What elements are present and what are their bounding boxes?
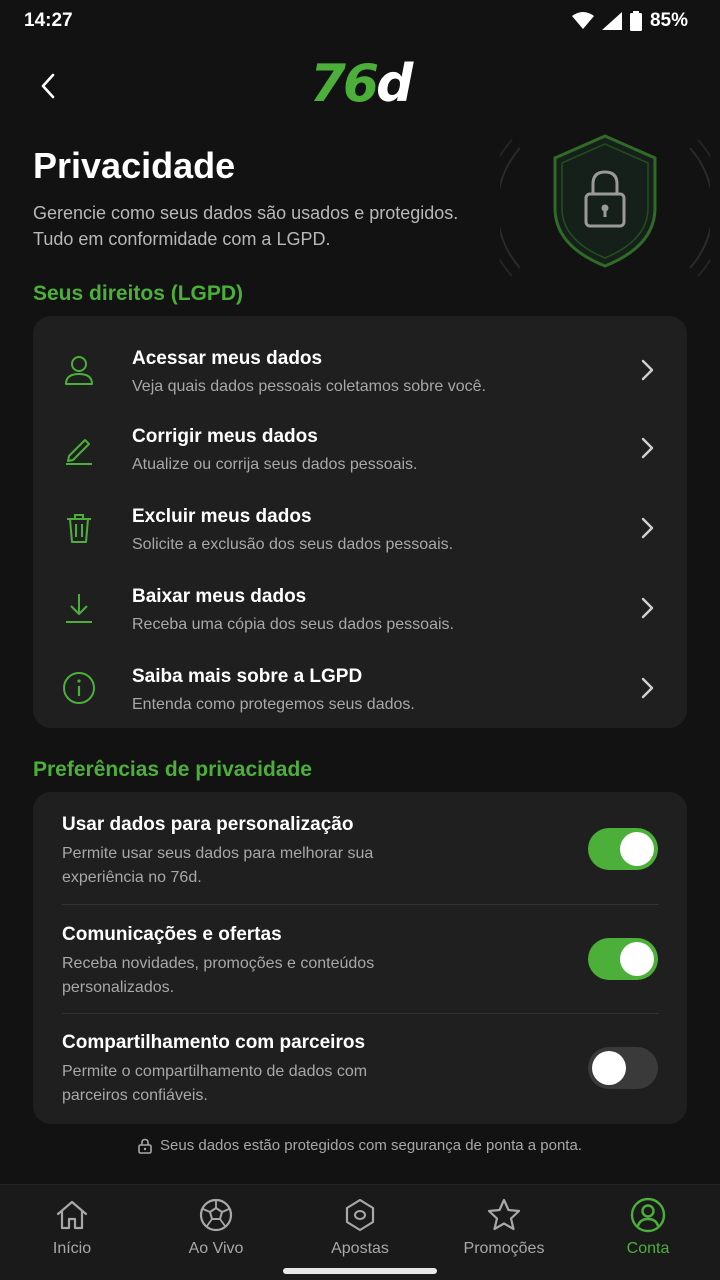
rights-card: Acessar meus dados Veja quais dados pess… [33, 316, 687, 728]
page-hero: Privacidade Gerencie como seus dados são… [33, 140, 513, 252]
rights-item-title: Saiba mais sobre a LGPD [132, 666, 363, 687]
chevron-right-icon [641, 437, 654, 459]
chevron-right-icon [641, 597, 654, 619]
user-icon [65, 356, 93, 385]
shield-lock-icon [484, 118, 720, 288]
rights-item-delete-data[interactable]: Excluir meus dados Solicite a exclusão d… [33, 486, 687, 566]
pref-desc-line-1: Permite o compartilhamento de dados com [62, 1063, 368, 1080]
ticket-icon [345, 1198, 375, 1232]
toggle-knob [620, 832, 654, 866]
nav-item-conta[interactable]: Conta [576, 1185, 720, 1280]
wifi-icon [571, 12, 594, 29]
app-header: 76d [0, 52, 720, 118]
status-bar: 14:27 85% [0, 0, 720, 42]
bottom-navigation: Início Ao Vivo Apostas Promoções Conta [0, 1184, 720, 1280]
partner-sharing-toggle[interactable] [588, 1047, 658, 1089]
nav-item-apostas[interactable]: Apostas [288, 1185, 432, 1280]
pref-item-communications: Comunicações e ofertas Receba novidades,… [33, 902, 687, 1010]
trash-icon [67, 514, 91, 543]
nav-label: Conta [626, 1240, 670, 1257]
rights-item-description: Entenda como protegemos seus dados. [132, 696, 415, 713]
rights-item-description: Atualize ou corrija seus dados pessoais. [132, 456, 418, 473]
personalization-toggle[interactable] [588, 828, 658, 870]
security-footnote: Seus dados estão protegidos com seguranç… [0, 1137, 720, 1154]
page-subtitle: Gerencie como seus dados são usados e pr… [33, 200, 513, 252]
rights-item-access-data[interactable]: Acessar meus dados Veja quais dados pess… [33, 328, 687, 408]
toggle-knob [592, 1051, 626, 1085]
preferences-section-title: Preferências de privacidade [33, 758, 312, 781]
lock-icon [138, 1138, 152, 1154]
rights-item-title: Acessar meus dados [132, 348, 323, 369]
logo-letter: d [376, 54, 413, 114]
rights-item-title: Excluir meus dados [132, 506, 312, 527]
home-icon [56, 1200, 88, 1230]
pref-item-description: Permite o compartilhamento de dados com … [62, 1060, 442, 1108]
pref-desc-line-1: Receba novidades, promoções e conteúdos [62, 955, 375, 972]
pref-item-title: Usar dados para personalização [62, 814, 354, 835]
nav-label: Ao Vivo [188, 1240, 244, 1257]
chevron-right-icon [641, 517, 654, 539]
chevron-right-icon [641, 359, 654, 381]
subtitle-line-2: Tudo em conformidade com a LGPD. [33, 229, 331, 249]
pref-item-title: Comunicações e ofertas [62, 924, 282, 945]
status-icons: 85% [571, 10, 688, 32]
soccer-ball-icon [199, 1198, 233, 1232]
subtitle-line-1: Gerencie como seus dados são usados e pr… [33, 203, 459, 223]
brand-logo: 76d [0, 54, 720, 114]
rights-item-title: Corrigir meus dados [132, 426, 318, 447]
pref-item-description: Receba novidades, promoções e conteúdos … [62, 952, 442, 1000]
status-time: 14:27 [24, 10, 73, 31]
info-icon [63, 672, 95, 704]
preferences-card: Usar dados para personalização Permite u… [33, 792, 687, 1124]
home-indicator[interactable] [283, 1268, 437, 1274]
footnote-text: Seus dados estão protegidos com seguranç… [160, 1137, 582, 1154]
nav-item-inicio[interactable]: Início [0, 1185, 144, 1280]
pref-desc-line-2: parceiros confiáveis. [62, 1087, 208, 1104]
rights-item-description: Receba uma cópia dos seus dados pessoais… [132, 616, 454, 633]
pref-desc-line-2: experiência no 76d. [62, 869, 202, 886]
nav-label: Início [52, 1240, 92, 1257]
pref-desc-line-1: Permite usar seus dados para melhorar su… [62, 845, 374, 862]
download-icon [66, 594, 92, 623]
communications-toggle[interactable] [588, 938, 658, 980]
rights-item-correct-data[interactable]: Corrigir meus dados Atualize ou corrija … [33, 406, 687, 486]
rights-item-title: Baixar meus dados [132, 586, 307, 607]
signal-icon [601, 12, 622, 30]
battery-icon [629, 11, 642, 31]
logo-number: 76 [309, 54, 379, 114]
rights-item-learn-lgpd[interactable]: Saiba mais sobre a LGPD Entenda como pro… [33, 646, 687, 726]
rights-item-description: Solicite a exclusão dos seus dados pesso… [132, 536, 454, 553]
pref-item-title: Compartilhamento com parceiros [62, 1032, 366, 1053]
pref-item-personalization: Usar dados para personalização Permite u… [33, 792, 687, 900]
toggle-knob [620, 942, 654, 976]
star-icon [487, 1198, 521, 1231]
rights-item-description: Veja quais dados pessoais coletamos sobr… [132, 378, 486, 395]
pref-item-partner-sharing: Compartilhamento com parceiros Permite o… [33, 1010, 687, 1118]
pref-desc-line-2: personalizados. [62, 979, 175, 996]
chevron-right-icon [641, 677, 654, 699]
nav-label: Promoções [463, 1240, 545, 1257]
pencil-icon [66, 439, 92, 465]
pref-item-description: Permite usar seus dados para melhorar su… [62, 842, 442, 890]
nav-item-promocoes[interactable]: Promoções [432, 1185, 576, 1280]
page-title: Privacidade [33, 145, 236, 186]
rights-item-download-data[interactable]: Baixar meus dados Receba uma cópia dos s… [33, 566, 687, 646]
account-icon [630, 1197, 666, 1233]
rights-section-title: Seus direitos (LGPD) [33, 282, 244, 305]
nav-item-ao-vivo[interactable]: Ao Vivo [144, 1185, 288, 1280]
nav-label: Apostas [331, 1240, 389, 1257]
battery-level: 85% [649, 10, 688, 31]
